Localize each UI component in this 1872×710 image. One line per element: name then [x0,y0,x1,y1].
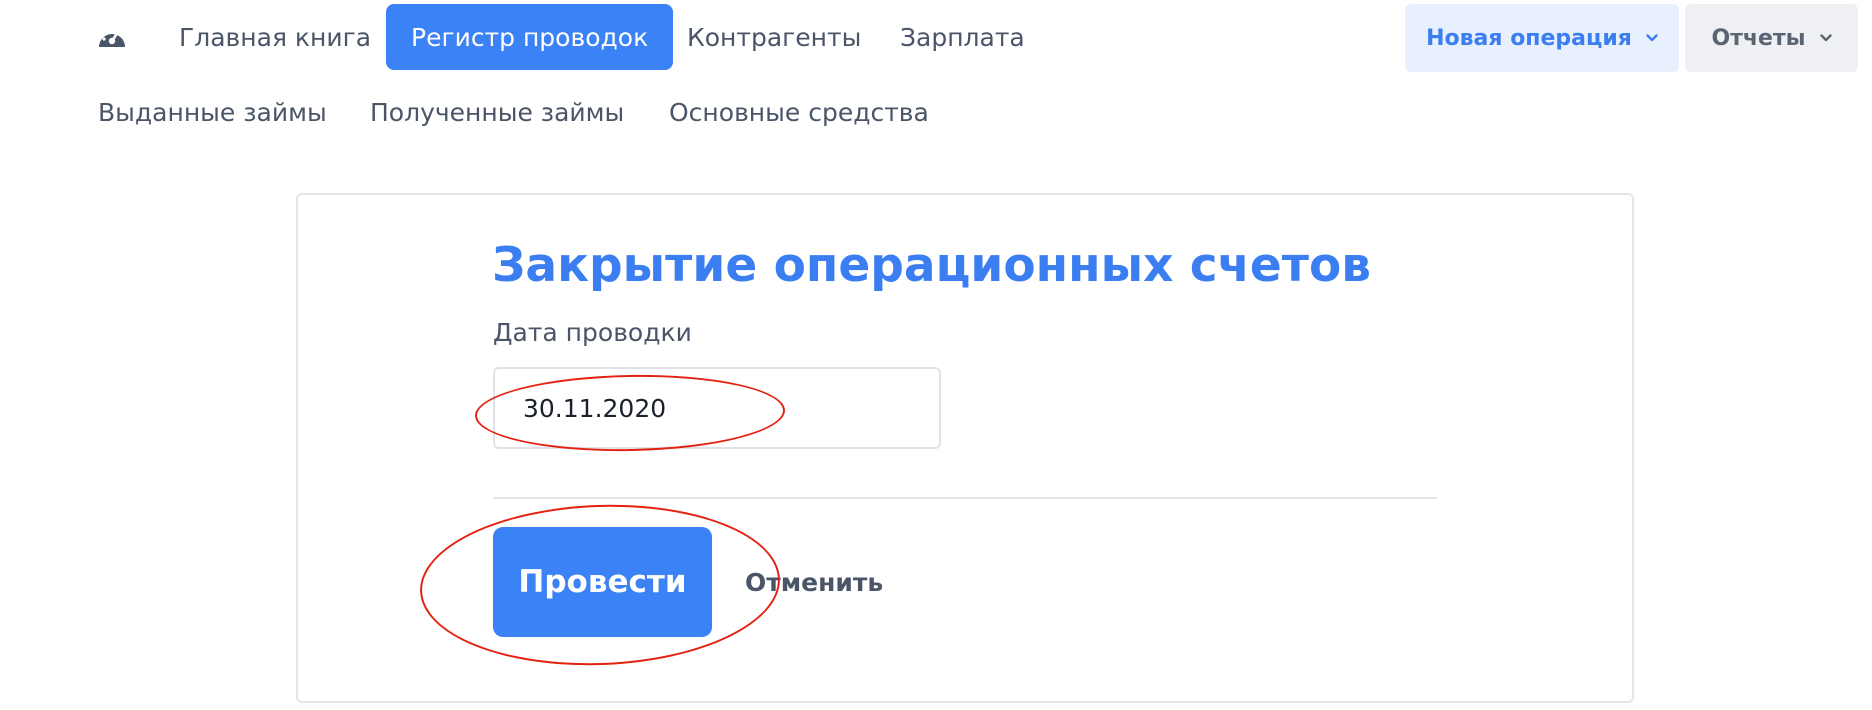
top-navigation: Главная книга Регистр проводок Контраген… [0,0,1872,140]
nav-received-loans[interactable]: Полученные займы [370,84,624,140]
page-title: Закрытие операционных счетов [492,238,1372,293]
nav-issued-loans[interactable]: Выданные займы [98,84,327,140]
chevron-down-icon [1646,34,1658,42]
reports-dropdown[interactable]: Отчеты [1685,4,1858,72]
new-operation-label: Новая операция [1426,25,1632,51]
posting-date-input[interactable] [493,367,941,449]
nav-counterparties[interactable]: Контрагенты [687,4,861,70]
divider [493,497,1437,499]
reports-label: Отчеты [1711,25,1806,51]
nav-payroll[interactable]: Зарплата [900,4,1025,70]
post-button[interactable]: Провести [493,527,712,637]
nav-fixed-assets[interactable]: Основные средства [669,84,929,140]
cancel-link[interactable]: Отменить [745,568,883,597]
chevron-down-icon [1819,34,1832,42]
date-field-label: Дата проводки [493,318,692,347]
nav-transaction-register[interactable]: Регистр проводок [386,4,674,70]
nav-general-ledger[interactable]: Главная книга [179,4,371,70]
speedometer-icon[interactable] [94,22,130,50]
new-operation-dropdown[interactable]: Новая операция [1405,4,1679,72]
